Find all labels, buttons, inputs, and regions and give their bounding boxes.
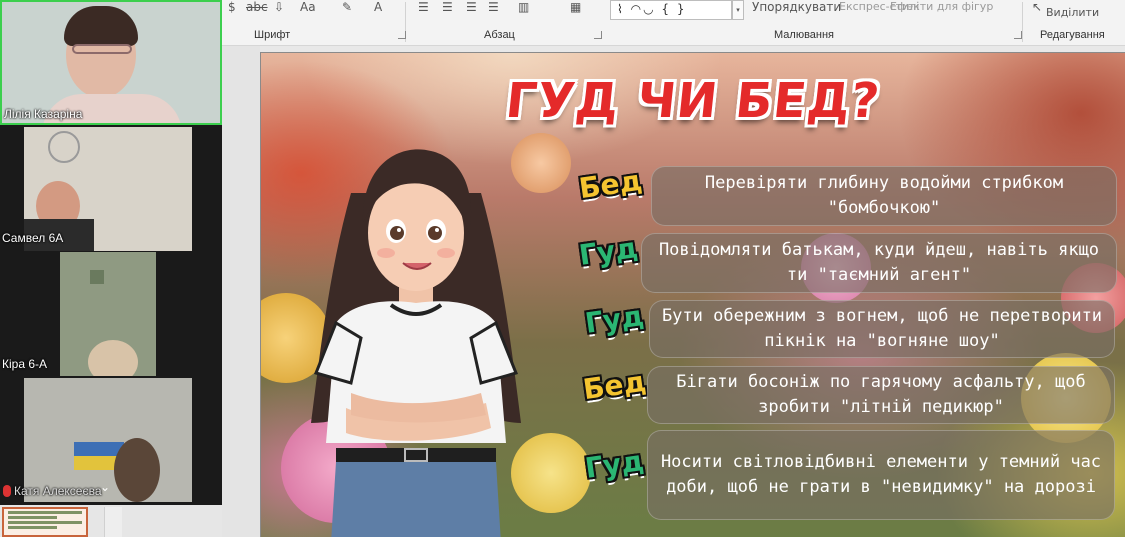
thumb-text-line xyxy=(8,516,58,519)
paragraph-dialog-launcher-icon[interactable] xyxy=(594,31,602,39)
participant-name: Лілія Казаріна xyxy=(4,107,83,121)
smartart-icon[interactable]: ▦ xyxy=(570,0,581,14)
statement-box: Бігати босоніж по гарячому асфальту, щоб… xyxy=(647,366,1115,424)
drawing-dialog-launcher-icon[interactable] xyxy=(1014,31,1022,39)
slide-title: ГУД ЧИ БЕД? xyxy=(503,73,883,129)
screen: $ abc ⇩ Aa ✎ A ☰ ☰ ☰ ☰ ▥ ▦ ⌇ ◠◡ { } ▾ Уп… xyxy=(0,0,1125,537)
clear-format-icon[interactable]: ⇩ xyxy=(274,0,284,14)
select-button[interactable]: Виділити xyxy=(1046,6,1099,19)
statement-box: Перевіряти глибину водойми стрибком "бом… xyxy=(651,166,1117,226)
arrange-button[interactable]: Упорядкувати xyxy=(752,0,841,14)
font-dialog-launcher-icon[interactable] xyxy=(398,31,406,39)
slide-pane-gutter xyxy=(222,46,260,537)
columns-icon[interactable]: ▥ xyxy=(518,0,529,14)
verdict-tag-good: Гуд xyxy=(582,444,646,485)
thumb-text-line xyxy=(8,511,82,514)
video-tile[interactable] xyxy=(60,252,156,376)
paragraph-group-label: Абзац xyxy=(484,29,515,41)
font-color-icon[interactable]: A xyxy=(374,0,382,14)
ribbon-separator xyxy=(1022,2,1023,42)
verdict-tag-good: Гуд xyxy=(576,231,640,272)
slide-canvas[interactable]: ГУД ЧИ БЕД? Бед Перевіряти глибину водой… xyxy=(260,52,1125,537)
align-center-icon[interactable]: ☰ xyxy=(442,0,453,14)
verdict-tag-bad: Бед xyxy=(577,163,644,206)
drawing-group-label: Малювання xyxy=(774,29,835,41)
thumb-text-line xyxy=(8,526,58,529)
statement-box: Носити світловідбивні елементи у темний … xyxy=(647,430,1115,520)
shapes-gallery-more-icon[interactable]: ▾ xyxy=(732,0,744,20)
shape-effects-button[interactable]: Ефекти для фігур xyxy=(890,0,993,13)
thumb-text-line xyxy=(8,521,82,524)
statement-box: Повідомляти батькам, куди йдеш, навіть я… xyxy=(641,233,1117,293)
statement-box: Бути обережним з вогнем, щоб не перетвор… xyxy=(649,300,1115,358)
video-tile[interactable]: Лілія Казаріна xyxy=(0,0,222,125)
wall-item xyxy=(90,270,104,284)
align-right-icon[interactable]: ☰ xyxy=(466,0,477,14)
video-gallery: Лілія Казаріна Самвел 6А Кіра 6-А Катя А… xyxy=(0,0,222,505)
participant-video xyxy=(114,438,160,502)
change-case-button[interactable]: Aa xyxy=(300,0,316,14)
cursor-icon: ↖ xyxy=(1032,0,1043,14)
girl-illustration xyxy=(311,149,521,537)
justify-icon[interactable]: ☰ xyxy=(488,0,499,14)
verdict-tag-bad: Бед xyxy=(581,364,648,407)
slide-thumbnail[interactable] xyxy=(2,507,88,537)
participant-hair xyxy=(64,6,138,46)
strikethrough-button[interactable]: abc xyxy=(246,0,268,14)
highlight-icon[interactable]: ✎ xyxy=(342,0,352,14)
thumbnail-scrollbar[interactable] xyxy=(104,507,122,537)
shapes-gallery[interactable]: ⌇ ◠◡ { } xyxy=(610,0,732,20)
font-group-label: Шрифт xyxy=(254,29,291,41)
align-left-icon[interactable]: ☰ xyxy=(418,0,429,14)
chevron-down-icon[interactable]: ⌄ xyxy=(100,480,112,494)
participant-video xyxy=(88,340,138,376)
ribbon: $ abc ⇩ Aa ✎ A ☰ ☰ ☰ ☰ ▥ ▦ ⌇ ◠◡ { } ▾ Уп… xyxy=(222,0,1125,46)
currency-icon[interactable]: $ xyxy=(228,0,236,14)
wall-clock xyxy=(48,131,80,163)
editing-group-label: Редагування xyxy=(1040,29,1105,41)
glasses xyxy=(72,44,132,54)
muted-mic-icon xyxy=(3,485,11,497)
participant-name: Катя Алексеєва xyxy=(14,484,102,498)
verdict-tag-good: Гуд xyxy=(582,299,646,340)
